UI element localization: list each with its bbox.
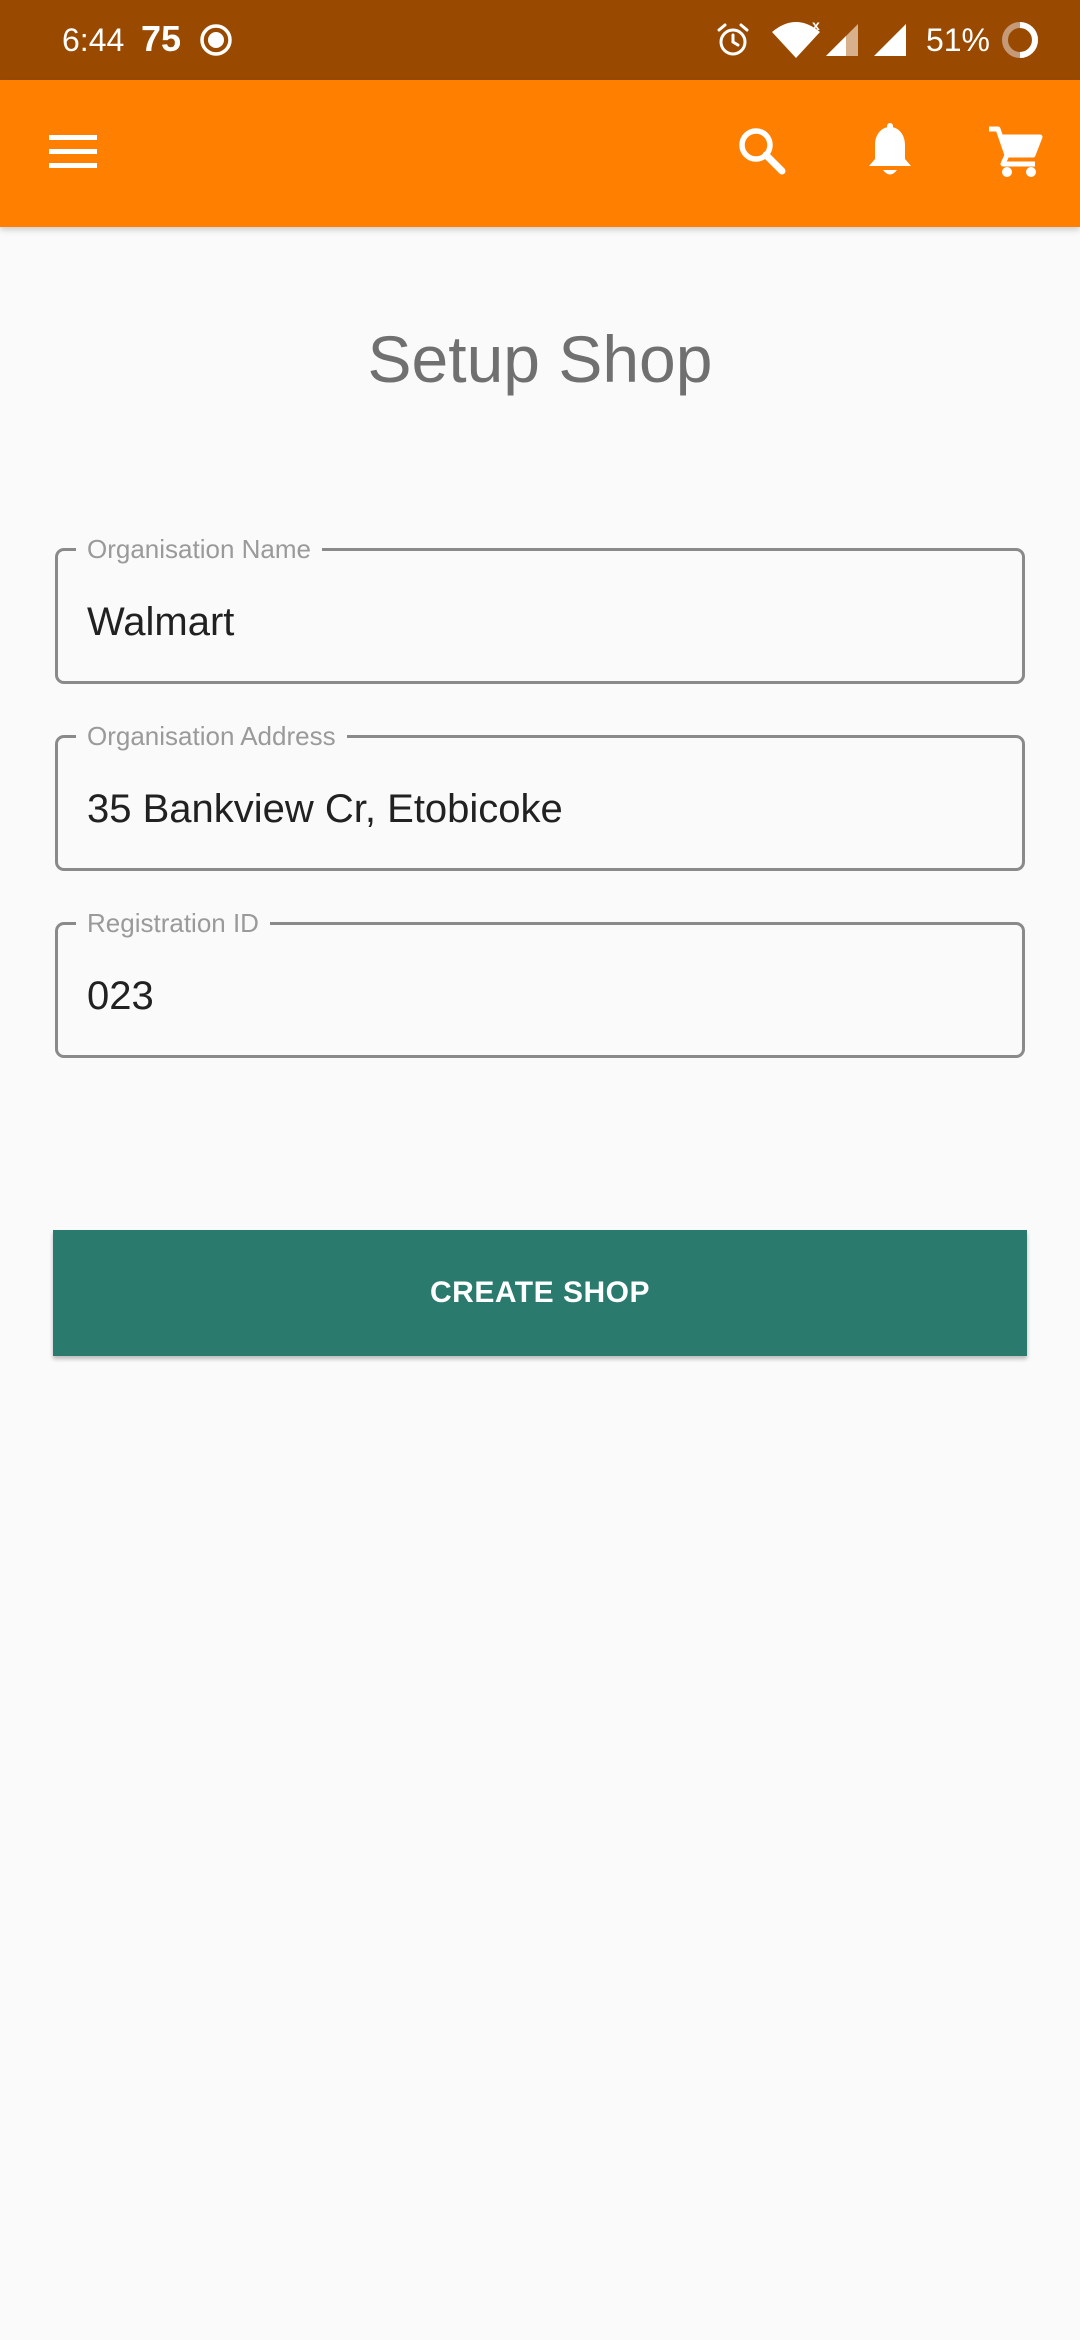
cart-button[interactable] <box>965 80 1065 227</box>
menu-icon <box>47 131 99 176</box>
search-icon <box>737 126 787 181</box>
battery-ring-icon <box>1000 20 1040 60</box>
status-indicator-number: 75 <box>141 18 182 59</box>
battery-percent: 51% <box>925 22 990 58</box>
svg-text:x: x <box>812 20 820 33</box>
organisation-name-field[interactable]: Organisation Name <box>55 534 1025 684</box>
status-bar: 6:44 75 x 51% <box>0 0 1080 80</box>
record-ring-icon <box>198 22 234 58</box>
registration-id-label: Registration ID <box>76 908 270 938</box>
status-icons: x 51% <box>714 18 1040 62</box>
organisation-address-label: Organisation Address <box>76 721 347 751</box>
menu-button[interactable] <box>23 80 123 227</box>
organisation-address-field[interactable]: Organisation Address <box>55 721 1025 871</box>
registration-id-input[interactable] <box>87 972 987 1020</box>
organisation-name-input[interactable] <box>87 598 987 646</box>
signal-icon <box>872 22 908 58</box>
bell-icon <box>866 123 914 184</box>
organisation-address-input[interactable] <box>87 785 987 833</box>
notifications-button[interactable] <box>840 80 940 227</box>
registration-id-field[interactable]: Registration ID <box>55 908 1025 1058</box>
organisation-name-label: Organisation Name <box>76 534 322 564</box>
app-bar <box>0 80 1080 227</box>
signal-icon <box>824 22 860 58</box>
create-shop-button[interactable]: CREATE SHOP <box>53 1230 1027 1356</box>
wifi-icon: x <box>770 20 822 60</box>
search-button[interactable] <box>712 80 812 227</box>
cart-icon <box>987 124 1043 183</box>
alarm-icon <box>714 21 752 59</box>
status-time: 6:44 <box>62 22 125 58</box>
page-title: Setup Shop <box>367 322 713 396</box>
